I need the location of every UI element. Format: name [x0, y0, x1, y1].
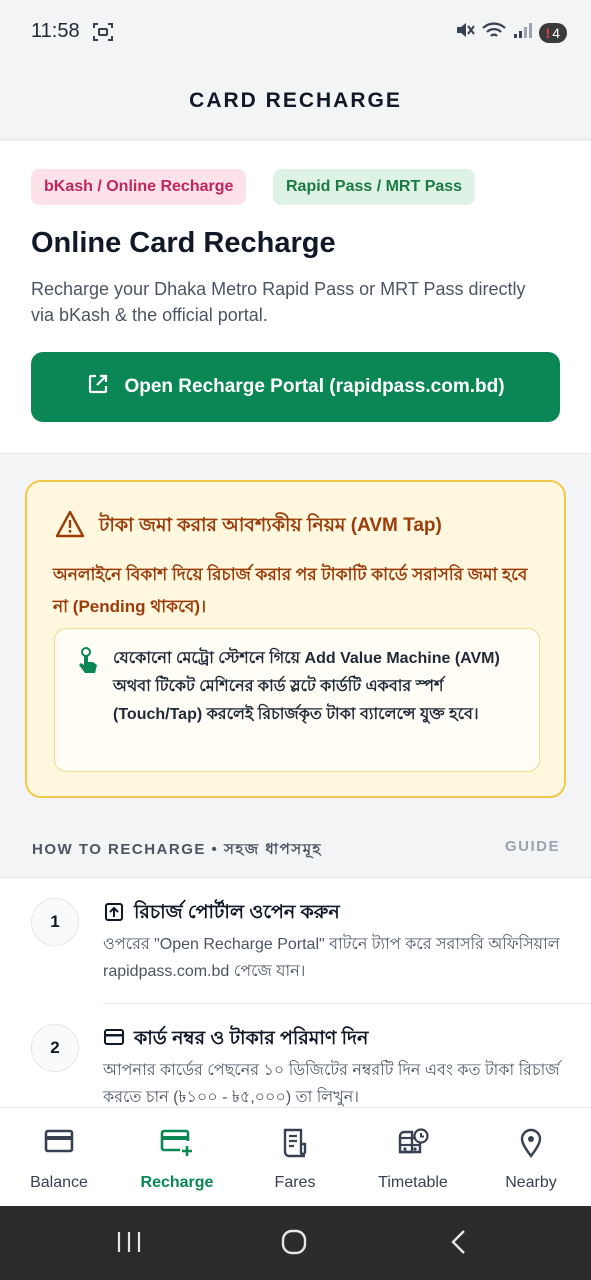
guide-label: GUIDE: [504, 838, 560, 855]
warning-text: অনলাইনে বিকাশ দিয়ে রিচার্জ করার পর টাকা…: [53, 565, 528, 616]
back-icon[interactable]: [448, 1228, 470, 1261]
step-item: 1 রিচার্জ পোর্টাল ওপেন করুন ওপরের "Open …: [0, 878, 591, 1004]
nav-nearby[interactable]: Nearby: [472, 1108, 590, 1207]
nav-label: Nearby: [505, 1174, 557, 1191]
receipt-icon: [281, 1128, 309, 1160]
step-item: 2 কার্ড নম্বর ও টাকার পরিমাণ দিন আপনার ক…: [0, 1004, 591, 1107]
recent-apps-icon[interactable]: [116, 1228, 142, 1261]
hero-description: Recharge your Dhaka Metro Rapid Pass or …: [31, 279, 526, 325]
system-nav-bar: [0, 1206, 591, 1280]
touch-tap-icon: [77, 647, 99, 680]
notification-count: 4: [552, 24, 560, 41]
step-description: আপনার কার্ডের পেছনের ১০ ডিজিটের নম্বরটি …: [103, 1062, 560, 1106]
credit-card-icon: [44, 1128, 74, 1160]
notification-badge: ! 4: [538, 22, 567, 43]
chip-bkash-online-recharge[interactable]: bKash / Online Recharge: [31, 169, 247, 205]
location-pin-icon: [519, 1128, 543, 1160]
card-add-icon: [160, 1128, 194, 1160]
nav-label: Timetable: [378, 1174, 448, 1191]
wifi-icon: [481, 20, 507, 45]
page-title: CARD RECHARGE: [189, 88, 402, 112]
nav-balance[interactable]: Balance: [0, 1108, 118, 1207]
chip-rapid-pass[interactable]: Rapid Pass / MRT Pass: [273, 169, 476, 205]
bottom-nav: Balance Recharge Fares Timetable Nearby: [0, 1107, 591, 1206]
app-header: CARD RECHARGE: [0, 62, 591, 140]
hero-title: Online Card Recharge: [31, 227, 336, 259]
signal-icon: [513, 21, 533, 44]
status-time: 11:58: [31, 20, 80, 42]
avm-tap-warning-card: টাকা জমা করার আবশ্যকীয় নিয়ম (AVM Tap) …: [25, 480, 566, 798]
nav-label: Fares: [274, 1174, 316, 1191]
status-icons: ! 4: [455, 20, 567, 45]
nav-label: Recharge: [140, 1174, 214, 1191]
avm-instruction-text: যেকোনো মেট্রো স্টেশনে গিয়ে Add Value Ma…: [113, 650, 500, 723]
section-title: HOW TO RECHARGE • সহজ ধাপসমূহ: [32, 841, 322, 858]
open-recharge-portal-button[interactable]: Open Recharge Portal (rapidpass.com.bd): [31, 352, 560, 422]
step-title: কার্ড নম্বর ও টাকার পরিমাণ দিন: [134, 1028, 369, 1049]
external-link-icon: [86, 372, 110, 402]
step-number: 1: [31, 898, 79, 946]
home-icon[interactable]: [280, 1228, 308, 1261]
open-recharge-portal-label: Open Recharge Portal (rapidpass.com.bd): [124, 376, 505, 397]
bus-clock-icon: [396, 1128, 430, 1160]
nav-label: Balance: [30, 1174, 88, 1191]
step-title: রিচার্জ পোর্টাল ওপেন করুন: [134, 902, 340, 923]
nav-recharge[interactable]: Recharge: [118, 1108, 236, 1207]
avm-instruction-card: যেকোনো মেট্রো স্টেশনে গিয়ে Add Value Ma…: [54, 628, 540, 772]
mute-icon: [455, 21, 475, 44]
card-icon: [104, 1028, 124, 1051]
hero-section: bKash / Online Recharge Rapid Pass / MRT…: [0, 141, 591, 454]
nav-timetable[interactable]: Timetable: [354, 1108, 472, 1207]
status-bar: 11:58 ! 4: [0, 0, 591, 62]
step-description: ওপরের "Open Recharge Portal" বাটনে ট্যাপ…: [103, 936, 560, 980]
warning-icon: [55, 510, 85, 543]
warning-title: টাকা জমা করার আবশ্যকীয় নিয়ম (AVM Tap): [99, 514, 442, 536]
step-number: 2: [31, 1024, 79, 1072]
nav-fares[interactable]: Fares: [236, 1108, 354, 1207]
upload-icon: [104, 902, 124, 927]
screenshot-icon: [92, 22, 114, 47]
steps-list: 1 রিচার্জ পোর্টাল ওপেন করুন ওপরের "Open …: [0, 877, 591, 1107]
how-to-recharge-header: HOW TO RECHARGE • সহজ ধাপসমূহ GUIDE: [32, 838, 560, 858]
